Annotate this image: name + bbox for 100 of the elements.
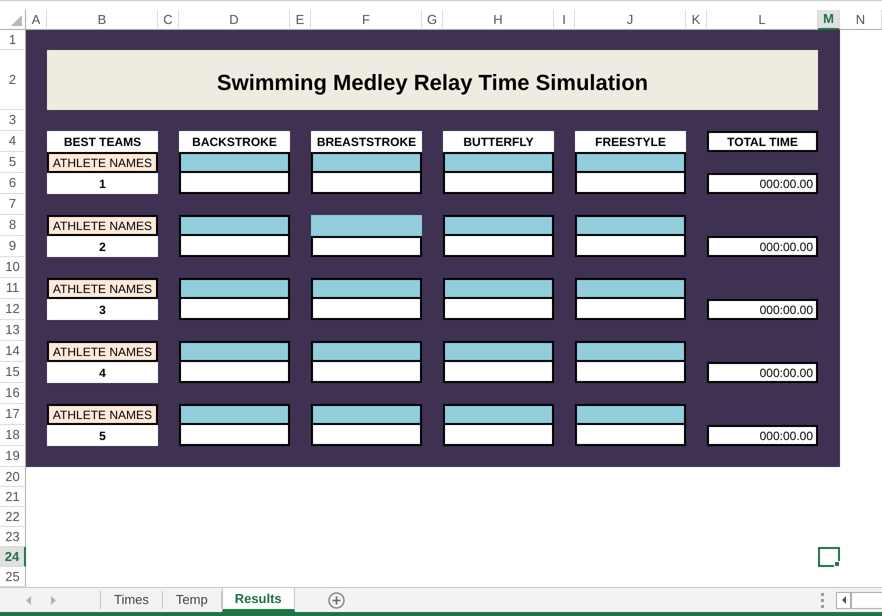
column-header[interactable]: M bbox=[818, 10, 840, 30]
split-time-field[interactable] bbox=[311, 299, 422, 320]
column-header[interactable]: K bbox=[686, 10, 707, 30]
split-time-field[interactable] bbox=[311, 425, 422, 446]
athlete-name-field[interactable] bbox=[179, 152, 290, 173]
total-time-heading: TOTAL TIME bbox=[707, 131, 818, 152]
row-header[interactable]: 19 bbox=[0, 446, 26, 467]
split-time-field[interactable] bbox=[575, 425, 686, 446]
row-header[interactable]: 25 bbox=[0, 567, 26, 587]
athlete-name-field[interactable] bbox=[311, 215, 422, 236]
athlete-name-field[interactable] bbox=[443, 152, 554, 173]
stroke-heading: BUTTERFLY bbox=[443, 131, 554, 152]
split-time-field[interactable] bbox=[179, 362, 290, 383]
split-time-field[interactable] bbox=[311, 362, 422, 383]
column-header[interactable]: L bbox=[707, 10, 818, 30]
split-time-field[interactable] bbox=[311, 236, 422, 257]
split-time-field[interactable] bbox=[179, 425, 290, 446]
row-header[interactable]: 6 bbox=[0, 173, 26, 194]
stroke-heading: FREESTYLE bbox=[575, 131, 686, 152]
split-time-field[interactable] bbox=[443, 299, 554, 320]
row-header[interactable]: 16 bbox=[0, 383, 26, 404]
athlete-name-field[interactable] bbox=[179, 341, 290, 362]
scroll-left-button[interactable] bbox=[836, 592, 851, 608]
stroke-heading: BACKSTROKE bbox=[179, 131, 290, 152]
athlete-name-field[interactable] bbox=[575, 215, 686, 236]
stroke-heading: BREASTSTROKE bbox=[311, 131, 422, 152]
team-number: 2 bbox=[47, 236, 158, 257]
athlete-name-field[interactable] bbox=[575, 152, 686, 173]
athlete-name-field[interactable] bbox=[443, 341, 554, 362]
split-time-field[interactable] bbox=[575, 173, 686, 194]
column-header[interactable]: N bbox=[840, 10, 882, 30]
sheet-title: Swimming Medley Relay Time Simulation bbox=[47, 50, 818, 110]
athlete-name-field[interactable] bbox=[311, 341, 422, 362]
athlete-name-field[interactable] bbox=[311, 278, 422, 299]
row-header[interactable]: 4 bbox=[0, 131, 26, 152]
athlete-names-label: ATHLETE NAMES bbox=[47, 278, 158, 299]
split-time-field[interactable] bbox=[443, 425, 554, 446]
split-time-field[interactable] bbox=[179, 173, 290, 194]
left-arrow-icon bbox=[842, 596, 846, 604]
split-time-field[interactable] bbox=[443, 362, 554, 383]
row-header[interactable]: 18 bbox=[0, 425, 26, 446]
row-header[interactable]: 17 bbox=[0, 404, 26, 425]
athlete-name-field[interactable] bbox=[179, 278, 290, 299]
athlete-name-field[interactable] bbox=[443, 215, 554, 236]
row-header[interactable]: 7 bbox=[0, 194, 26, 215]
athlete-name-field[interactable] bbox=[575, 404, 686, 425]
athlete-name-field[interactable] bbox=[311, 152, 422, 173]
split-time-field[interactable] bbox=[443, 173, 554, 194]
row-header[interactable]: 10 bbox=[0, 257, 26, 278]
column-header[interactable]: B bbox=[47, 10, 158, 30]
column-header[interactable]: I bbox=[554, 10, 575, 30]
split-time-field[interactable] bbox=[311, 173, 422, 194]
split-time-field[interactable] bbox=[575, 362, 686, 383]
row-header[interactable]: 9 bbox=[0, 236, 26, 257]
athlete-name-field[interactable] bbox=[179, 215, 290, 236]
total-time-value: 000:00.00 bbox=[707, 362, 818, 383]
row-header[interactable]: 1 bbox=[0, 30, 26, 50]
horizontal-scrollbar[interactable] bbox=[851, 592, 882, 608]
column-header[interactable]: J bbox=[575, 10, 686, 30]
split-time-field[interactable] bbox=[443, 236, 554, 257]
column-header[interactable]: A bbox=[26, 10, 47, 30]
athlete-names-label: ATHLETE NAMES bbox=[47, 404, 158, 425]
athlete-names-label: ATHLETE NAMES bbox=[47, 215, 158, 236]
split-time-field[interactable] bbox=[179, 299, 290, 320]
sheet-tab[interactable]: Times bbox=[101, 591, 163, 609]
split-time-field[interactable] bbox=[179, 236, 290, 257]
row-header[interactable]: 21 bbox=[0, 487, 26, 507]
athlete-name-field[interactable] bbox=[443, 278, 554, 299]
column-header[interactable]: H bbox=[443, 10, 554, 30]
column-header[interactable]: C bbox=[158, 10, 179, 30]
athlete-names-label: ATHLETE NAMES bbox=[47, 341, 158, 362]
row-header[interactable]: 12 bbox=[0, 299, 26, 320]
column-header[interactable]: D bbox=[179, 10, 290, 30]
row-header[interactable]: 2 bbox=[0, 50, 26, 110]
plus-circle-icon[interactable] bbox=[328, 592, 345, 608]
row-header[interactable]: 13 bbox=[0, 320, 26, 341]
athlete-name-field[interactable] bbox=[179, 404, 290, 425]
cell-selection-frame[interactable] bbox=[818, 547, 840, 567]
team-number: 5 bbox=[47, 425, 158, 446]
row-header[interactable]: 3 bbox=[0, 110, 26, 131]
row-header[interactable]: 15 bbox=[0, 362, 26, 383]
row-header[interactable]: 24 bbox=[0, 547, 26, 567]
split-time-field[interactable] bbox=[575, 236, 686, 257]
split-time-field[interactable] bbox=[575, 299, 686, 320]
athlete-name-field[interactable] bbox=[575, 341, 686, 362]
row-header[interactable]: 22 bbox=[0, 507, 26, 527]
column-header[interactable]: E bbox=[290, 10, 311, 30]
athlete-name-field[interactable] bbox=[575, 278, 686, 299]
row-header[interactable]: 14 bbox=[0, 341, 26, 362]
row-header[interactable]: 8 bbox=[0, 215, 26, 236]
column-header[interactable]: F bbox=[311, 10, 422, 30]
row-header[interactable]: 20 bbox=[0, 467, 26, 487]
athlete-names-label: ATHLETE NAMES bbox=[47, 152, 158, 173]
sheet-tab[interactable]: Results bbox=[222, 588, 295, 612]
athlete-name-field[interactable] bbox=[443, 404, 554, 425]
row-header[interactable]: 5 bbox=[0, 152, 26, 173]
column-header[interactable]: G bbox=[422, 10, 443, 30]
row-header[interactable]: 11 bbox=[0, 278, 26, 299]
row-header[interactable]: 23 bbox=[0, 527, 26, 547]
athlete-name-field[interactable] bbox=[311, 404, 422, 425]
